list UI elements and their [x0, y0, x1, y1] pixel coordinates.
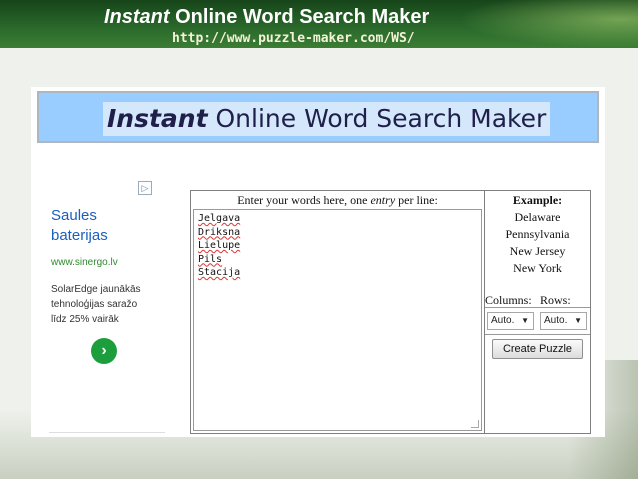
banner-title-rest: Online Word Search Maker	[207, 104, 547, 133]
example-item: New York	[513, 261, 562, 275]
word-list: Jelgava Driksna Lielupe Pils Stacija	[198, 212, 240, 280]
rows-label: Rows:	[540, 293, 571, 307]
ad-divider	[49, 432, 165, 433]
slide-title-rest: Online Word Search Maker	[169, 6, 430, 28]
example-options-panel: Example: Delaware Pennsylvania New Jerse…	[484, 190, 591, 434]
example-item: Pennsylvania	[505, 227, 570, 241]
site-banner: Instant Online Word Search Maker	[37, 91, 599, 143]
banner-title-em: Instant	[107, 104, 208, 133]
options-divider	[485, 334, 590, 335]
ad-url[interactable]: www.sinergo.lv	[51, 257, 118, 268]
rows-select[interactable]: Auto. ▼	[540, 312, 587, 330]
word-entry: Jelgava	[198, 213, 241, 224]
example-item: New Jersey	[509, 244, 566, 258]
instructions-before: Enter your words here, one	[237, 193, 371, 207]
slide-url: http://www.puzzle-maker.com/WS/	[172, 31, 415, 46]
header-glow	[458, 0, 638, 48]
slide-title-em: Instant	[104, 6, 170, 28]
rows-select-value: Auto.	[544, 315, 568, 326]
chevron-down-icon: ▼	[574, 316, 582, 325]
columns-select[interactable]: Auto. ▼	[487, 312, 534, 330]
columns-select-value: Auto.	[491, 315, 515, 326]
instructions-after: per line:	[395, 193, 438, 207]
word-entry: Driksna	[198, 226, 241, 238]
chevron-right-icon[interactable]: ›	[91, 338, 117, 364]
site-banner-title: Instant Online Word Search Maker	[103, 102, 551, 136]
example-list: Delaware Pennsylvania New Jersey New Yor…	[485, 209, 590, 277]
options-divider	[485, 307, 590, 308]
website-screenshot: Instant Online Word Search Maker ▷ Saule…	[31, 87, 605, 437]
word-entry: Pils	[198, 253, 223, 265]
slide-header: Instant Online Word Search Maker http://…	[0, 0, 638, 48]
create-puzzle-button[interactable]: Create Puzzle	[492, 339, 583, 359]
instructions-em: entry	[370, 193, 396, 207]
resize-grip-icon[interactable]	[471, 420, 479, 428]
word-entry-panel: Enter your words here, one entry per lin…	[190, 190, 485, 434]
ad-description: SolarEdge jaunākās tehnoloģijas saražo l…	[51, 284, 141, 325]
slide-title: Instant Online Word Search Maker	[104, 6, 429, 29]
chevron-down-icon: ▼	[521, 316, 529, 325]
word-entry: Lielupe	[198, 240, 241, 251]
advertisement[interactable]: Saules baterijas www.sinergo.lv SolarEdg…	[45, 180, 165, 436]
word-entry-instructions: Enter your words here, one entry per lin…	[191, 193, 484, 208]
word-entry: Stacija	[198, 267, 241, 278]
example-title: Example:	[512, 193, 563, 207]
example-item: Delaware	[514, 210, 561, 224]
ad-title-link[interactable]: Saules baterijas	[51, 206, 151, 246]
word-list-textarea[interactable]: Jelgava Driksna Lielupe Pils Stacija	[193, 209, 482, 431]
columns-label: Columns:	[485, 293, 532, 307]
